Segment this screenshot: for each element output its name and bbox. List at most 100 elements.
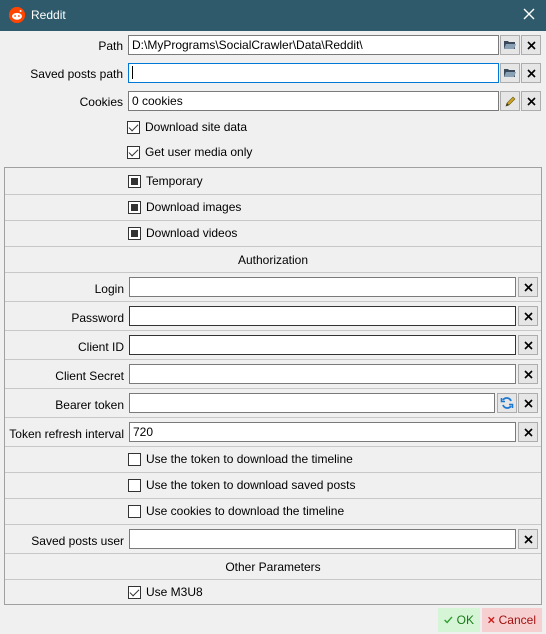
title-bar: [0, 0, 546, 31]
checkbox-label: Download images: [146, 200, 242, 214]
cookies-label: Cookies: [79, 95, 123, 109]
cancel-button[interactable]: Cancel: [482, 608, 542, 632]
cookies-field[interactable]: 0 cookies: [128, 91, 499, 111]
use-m3u8-checkbox[interactable]: Use M3U8: [128, 585, 203, 599]
client-id-field[interactable]: [129, 335, 516, 355]
download-images-checkbox[interactable]: Download images: [128, 200, 241, 214]
password-field[interactable]: [129, 306, 516, 326]
cookies-edit-button[interactable]: [500, 91, 520, 111]
login-clear-button[interactable]: [518, 277, 538, 297]
checkbox-box: [128, 452, 141, 466]
path-field[interactable]: D:\MyPrograms\SocialCrawler\Data\Reddit\: [128, 35, 499, 55]
clear-icon: [526, 40, 536, 50]
checkbox-box: [127, 120, 140, 134]
saved-posts-user-clear-button[interactable]: [518, 529, 538, 549]
checkbox-label: Use the token to download the timeline: [146, 452, 353, 466]
divider: [5, 194, 541, 195]
window-title: Reddit: [31, 8, 66, 22]
refresh-interval-clear-button[interactable]: [518, 422, 538, 442]
bearer-token-label: Bearer token: [55, 398, 124, 412]
checkbox-box: [128, 585, 141, 599]
ok-button[interactable]: OK: [438, 608, 480, 632]
clear-icon: [523, 369, 533, 379]
checkbox-label: Use cookies to download the timeline: [146, 504, 345, 518]
ok-label: OK: [456, 613, 474, 627]
cookies-clear-button[interactable]: [521, 91, 541, 111]
client-secret-field[interactable]: [129, 364, 516, 384]
path-label: Path: [98, 39, 123, 53]
clear-icon: [523, 398, 533, 408]
checkbox-box: [128, 174, 141, 188]
checkbox-label: Download site data: [145, 120, 248, 134]
path-browse-button[interactable]: [500, 35, 520, 55]
divider: [5, 388, 541, 389]
checkbox-label: Temporary: [146, 174, 203, 188]
bearer-token-clear-button[interactable]: [518, 393, 538, 413]
get-user-media-only-checkbox[interactable]: Get user media only: [127, 145, 252, 159]
checkbox-box: [128, 226, 141, 240]
refresh-interval-field[interactable]: 720: [129, 422, 516, 442]
password-label: Password: [71, 311, 124, 325]
divider: [5, 472, 541, 473]
divider: [5, 446, 541, 447]
divider: [5, 220, 541, 221]
download-videos-checkbox[interactable]: Download videos: [128, 226, 237, 240]
clear-icon: [526, 68, 536, 78]
pencil-icon: [505, 96, 515, 106]
saved-posts-user-field[interactable]: [129, 529, 516, 549]
saved-path-label: Saved posts path: [30, 67, 123, 81]
divider: [5, 417, 541, 418]
clear-icon: [523, 282, 533, 292]
divider: [5, 359, 541, 360]
saved-path-field[interactable]: [128, 63, 499, 83]
checkbox-label: Use M3U8: [146, 585, 203, 599]
divider: [5, 272, 541, 273]
divider: [5, 524, 541, 525]
clear-icon: [523, 340, 533, 350]
divider: [5, 498, 541, 499]
use-token-saved-checkbox[interactable]: Use the token to download saved posts: [128, 478, 355, 492]
divider: [5, 553, 541, 554]
other-parameters-header: Other Parameters: [225, 560, 321, 574]
password-clear-button[interactable]: [518, 306, 538, 326]
checkbox-box: [128, 504, 141, 518]
download-site-data-checkbox[interactable]: Download site data: [127, 120, 247, 134]
divider: [5, 330, 541, 331]
checkbox-box: [127, 145, 140, 159]
authorization-header: Authorization: [237, 253, 309, 267]
use-token-timeline-checkbox[interactable]: Use the token to download the timeline: [128, 452, 353, 466]
temporary-checkbox[interactable]: Temporary: [128, 174, 203, 188]
text-caret: [132, 66, 133, 79]
clear-icon: [523, 311, 533, 321]
clear-icon: [526, 96, 536, 106]
login-field[interactable]: [129, 277, 516, 297]
checkmark-icon: [444, 616, 453, 624]
checkbox-box: [128, 478, 141, 492]
close-icon: [523, 8, 535, 20]
checkbox-label: Download videos: [146, 226, 238, 240]
saved-posts-user-label: Saved posts user: [31, 534, 124, 548]
window-close-button[interactable]: [516, 3, 542, 28]
cancel-label: Cancel: [498, 613, 536, 627]
folder-open-icon: [504, 69, 516, 77]
folder-open-icon: [504, 41, 516, 49]
client-id-clear-button[interactable]: [518, 335, 538, 355]
path-clear-button[interactable]: [521, 35, 541, 55]
client-secret-label: Client Secret: [55, 369, 124, 383]
checkbox-label: Use the token to download saved posts: [146, 478, 356, 492]
refresh-interval-label: Token refresh interval: [9, 427, 124, 441]
use-cookies-timeline-checkbox[interactable]: Use cookies to download the timeline: [128, 504, 344, 518]
reddit-icon: [9, 7, 25, 23]
clear-icon: [523, 427, 533, 437]
clear-icon: [523, 534, 533, 544]
bearer-token-refresh-button[interactable]: [497, 393, 517, 413]
cancel-icon: [488, 616, 495, 624]
divider: [5, 579, 541, 580]
refresh-icon: [500, 397, 514, 409]
bearer-token-field[interactable]: [129, 393, 495, 413]
client-secret-clear-button[interactable]: [518, 364, 538, 384]
divider: [5, 246, 541, 247]
client-id-label: Client ID: [77, 340, 124, 354]
saved-path-clear-button[interactable]: [521, 63, 541, 83]
saved-path-browse-button[interactable]: [500, 63, 520, 83]
